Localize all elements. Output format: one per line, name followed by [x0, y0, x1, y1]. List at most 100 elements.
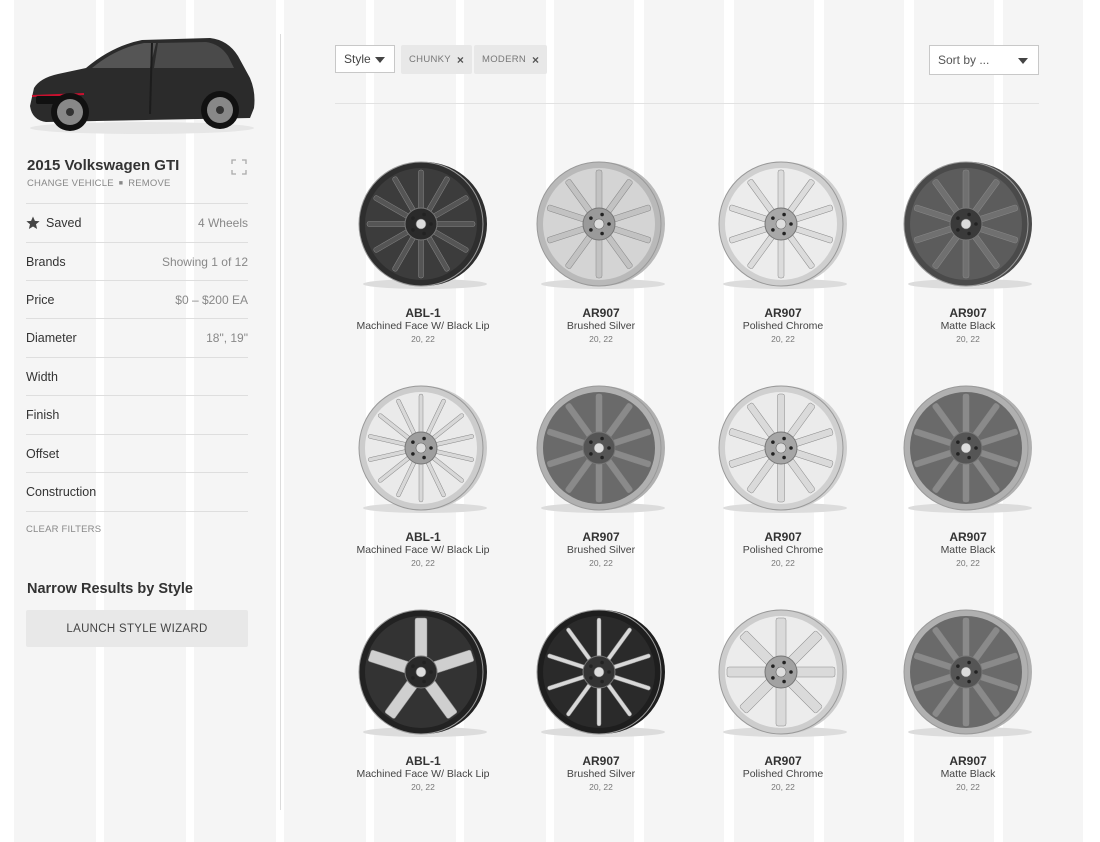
product-card[interactable]: ABL-1 Machined Face W/ Black Lip 20, 22 — [348, 384, 498, 570]
product-finish: Machined Face W/ Black Lip — [356, 544, 490, 556]
wheel-image — [536, 609, 665, 737]
product-sizes: 20, 22 — [411, 782, 435, 792]
product-finish: Brushed Silver — [566, 320, 636, 332]
sidebar-divider — [280, 34, 281, 810]
product-card[interactable]: AR907 Matte Black 20, 22 — [893, 160, 1043, 346]
product-card[interactable]: AR907 Brushed Silver 20, 22 — [526, 160, 676, 346]
product-card[interactable]: ABL-1 Machined Face W/ Black Lip 20, 22 — [348, 608, 498, 794]
product-finish: Matte Black — [940, 544, 996, 556]
filter-width[interactable]: Width — [26, 357, 248, 396]
filter-label: Diameter — [26, 331, 77, 345]
sort-select-value: Sort by ... — [938, 53, 990, 67]
filter-chip-chunky: CHUNKY × — [401, 45, 473, 74]
vehicle-image — [24, 22, 264, 138]
product-name: AR907 — [582, 530, 620, 544]
launch-style-wizard-button[interactable]: LAUNCH STYLE WIZARD — [26, 610, 248, 647]
product-name: AR907 — [764, 530, 802, 544]
product-name: AR907 — [764, 754, 802, 768]
product-finish: Machined Face W/ Black Lip — [356, 320, 490, 332]
filter-sidebar: 2015 Volkswagen GTI CHANGE VEHICLE ■ REMOV… — [14, 0, 280, 842]
filter-finish[interactable]: Finish — [26, 395, 248, 434]
expand-icon[interactable] — [230, 158, 248, 176]
filter-construction[interactable]: Construction — [26, 472, 248, 511]
filter-label: Brands — [26, 255, 66, 269]
style-select[interactable]: Style — [335, 45, 395, 73]
style-select-value: Style — [344, 52, 371, 66]
filter-label: Finish — [26, 408, 60, 422]
filter-value: 18", 19" — [206, 331, 248, 345]
product-card[interactable]: AR907 Polished Chrome 20, 22 — [708, 160, 858, 346]
caret-down-icon — [375, 57, 385, 63]
product-finish: Brushed Silver — [566, 544, 636, 556]
product-card[interactable]: AR907 Brushed Silver 20, 22 — [526, 608, 676, 794]
product-name: AR907 — [764, 306, 802, 320]
wheel-image — [358, 609, 487, 737]
filter-value: 4 Wheels — [197, 216, 248, 230]
vehicle-name: 2015 Volkswagen GTI — [27, 157, 180, 174]
filter-value: Showing 1 of 12 — [161, 255, 248, 269]
star-icon — [26, 216, 40, 229]
vehicle-links: CHANGE VEHICLE ■ REMOVE — [27, 178, 171, 189]
close-icon[interactable]: × — [457, 53, 464, 67]
remove-vehicle-link[interactable]: REMOVE — [128, 178, 170, 189]
sort-select[interactable]: Sort by ... — [929, 45, 1039, 75]
wheel-image — [903, 385, 1032, 513]
product-finish: Machined Face W/ Black Lip — [356, 768, 490, 780]
results-panel: Style CHUNKY × MODERN × Sort by ... ABL-… — [284, 0, 1084, 842]
product-name: ABL-1 — [405, 306, 441, 320]
product-finish: Brushed Silver — [566, 768, 636, 780]
product-finish: Polished Chrome — [742, 768, 824, 780]
product-card[interactable]: AR907 Polished Chrome 20, 22 — [708, 384, 858, 570]
product-sizes: 20, 22 — [411, 558, 435, 568]
product-card[interactable]: AR907 Brushed Silver 20, 22 — [526, 384, 676, 570]
filter-saved-label-wrap: Saved — [26, 216, 81, 230]
wheel-image — [358, 161, 487, 289]
bullet-separator: ■ — [118, 180, 124, 187]
divider — [26, 511, 248, 512]
product-name: ABL-1 — [405, 754, 441, 768]
wheel-image — [536, 161, 665, 289]
product-name: AR907 — [582, 754, 620, 768]
filter-diameter[interactable]: Diameter 18", 19" — [26, 318, 248, 357]
product-card[interactable]: AR907 Matte Black 20, 22 — [893, 608, 1043, 794]
chip-label: MODERN — [482, 54, 527, 65]
caret-down-icon — [1018, 58, 1028, 64]
product-name: AR907 — [949, 306, 987, 320]
wheel-image — [358, 385, 487, 513]
product-sizes: 20, 22 — [411, 334, 435, 344]
product-card[interactable]: AR907 Polished Chrome 20, 22 — [708, 608, 858, 794]
product-sizes: 20, 22 — [771, 334, 795, 344]
filter-price[interactable]: Price $0 – $200 EA — [26, 280, 248, 319]
filter-label: Construction — [26, 485, 97, 499]
chip-label: CHUNKY — [409, 54, 451, 65]
filter-brands[interactable]: Brands Showing 1 of 12 — [26, 242, 248, 281]
product-sizes: 20, 22 — [956, 558, 980, 568]
filter-offset[interactable]: Offset — [26, 434, 248, 473]
product-card[interactable]: ABL-1 Machined Face W/ Black Lip 20, 22 — [348, 160, 498, 346]
product-sizes: 20, 22 — [956, 334, 980, 344]
product-finish: Polished Chrome — [742, 544, 824, 556]
product-finish: Matte Black — [940, 768, 996, 780]
filter-label: Saved — [46, 216, 82, 230]
product-name: AR907 — [949, 530, 987, 544]
wheel-image — [903, 609, 1032, 737]
product-name: AR907 — [949, 754, 987, 768]
product-sizes: 20, 22 — [771, 558, 795, 568]
product-card[interactable]: AR907 Matte Black 20, 22 — [893, 384, 1043, 570]
wheel-image — [718, 161, 847, 289]
filter-value: $0 – $200 EA — [175, 293, 248, 307]
filter-chip-modern: MODERN × — [474, 45, 548, 74]
product-name: ABL-1 — [405, 530, 441, 544]
narrow-results-title: Narrow Results by Style — [27, 581, 193, 597]
close-icon[interactable]: × — [532, 53, 539, 67]
wheel-image — [718, 609, 847, 737]
clear-filters-link[interactable]: CLEAR FILTERS — [26, 524, 101, 535]
toolbar-divider — [335, 103, 1039, 104]
wheel-image — [903, 161, 1032, 289]
product-finish: Polished Chrome — [742, 320, 824, 332]
filter-saved[interactable]: Saved 4 Wheels — [26, 203, 248, 242]
filter-label: Price — [26, 293, 55, 307]
change-vehicle-link[interactable]: CHANGE VEHICLE — [27, 178, 114, 189]
product-sizes: 20, 22 — [589, 334, 613, 344]
product-sizes: 20, 22 — [956, 782, 980, 792]
